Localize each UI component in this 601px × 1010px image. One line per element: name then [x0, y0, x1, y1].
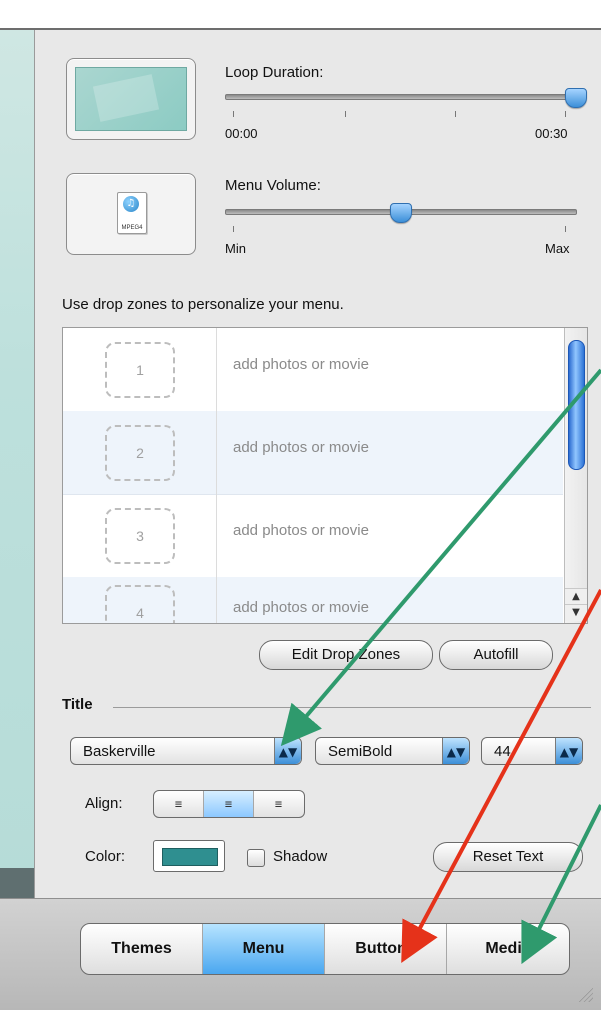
background-preview	[75, 67, 187, 131]
dropzone-3-text: add photos or movie	[233, 522, 369, 539]
loop-duration-min-label: 00:00	[225, 126, 258, 141]
list-item[interactable]: 2 add photos or movie	[63, 411, 563, 495]
mpeg4-file-icon: ♫ MPEG4	[117, 192, 147, 234]
dropzone-4-badge: 4	[105, 585, 175, 623]
row-divider	[216, 411, 217, 494]
menu-volume-tick	[233, 226, 234, 232]
font-size-select[interactable]: 44 ▲▼	[481, 737, 583, 765]
align-label: Align:	[85, 795, 123, 812]
menu-inspector-panel: ♫ MPEG4 Loop Duration: 00:00 00:30 Menu …	[34, 30, 601, 898]
tab-themes[interactable]: Themes	[81, 924, 203, 974]
loop-duration-max-label: 00:30	[535, 126, 568, 141]
scroll-up-icon[interactable]: ▲	[565, 588, 587, 605]
dropzone-3-badge: 3	[105, 508, 175, 564]
title-color-swatch	[162, 848, 218, 866]
scroll-down-icon[interactable]: ▼	[565, 604, 587, 621]
dropzone-2-text: add photos or movie	[233, 439, 369, 456]
loop-duration-tick	[233, 111, 234, 117]
audio-thumbnail[interactable]: ♫ MPEG4	[66, 173, 196, 255]
tab-bar: Themes Menu Buttons Media	[80, 923, 570, 975]
bottom-toolbar: Themes Menu Buttons Media	[0, 898, 601, 1010]
title-section-heading: Title	[62, 696, 93, 713]
reset-text-button[interactable]: Reset Text	[433, 842, 583, 872]
list-item[interactable]: 1 add photos or movie	[63, 328, 563, 412]
tab-media[interactable]: Media	[447, 924, 569, 974]
menu-volume-max-label: Max	[545, 241, 570, 256]
align-center-icon[interactable]: ≡	[204, 791, 254, 817]
dropzone-2-badge: 2	[105, 425, 175, 481]
shadow-label: Shadow	[273, 848, 328, 865]
preview-canvas-edge	[0, 30, 34, 898]
color-label: Color:	[85, 848, 126, 865]
dropzones-hint: Use drop zones to personalize your menu.	[62, 296, 344, 313]
music-note-icon: ♫	[123, 196, 139, 212]
font-family-select[interactable]: Baskerville ▲▼	[70, 737, 302, 765]
row-divider	[216, 328, 217, 411]
mpeg4-label: MPEG4	[121, 225, 143, 231]
align-left-icon[interactable]: ≡	[154, 791, 204, 817]
select-arrows-icon: ▲▼	[274, 738, 301, 764]
dropzones-list[interactable]: 1 add photos or movie 2 add photos or mo…	[62, 327, 588, 624]
font-size-value: 44	[494, 743, 511, 760]
menu-volume-min-label: Min	[225, 241, 246, 256]
menu-volume-tick	[565, 226, 566, 232]
list-item[interactable]: 3 add photos or movie	[63, 494, 563, 578]
menu-volume-label: Menu Volume:	[225, 177, 321, 194]
loop-duration-label: Loop Duration:	[225, 64, 324, 81]
loop-duration-tick	[345, 111, 346, 117]
background-thumbnail[interactable]	[66, 58, 196, 140]
loop-duration-slider[interactable]	[225, 94, 577, 100]
scrollbar-thumb[interactable]	[568, 340, 585, 470]
select-arrows-icon: ▲▼	[442, 738, 469, 764]
row-divider	[216, 494, 217, 577]
title-color-well[interactable]	[153, 840, 225, 872]
list-item[interactable]: 4 add photos or movie	[63, 577, 563, 623]
dropzone-4-text: add photos or movie	[233, 599, 369, 616]
dropzone-1-badge: 1	[105, 342, 175, 398]
select-arrows-icon: ▲▼	[555, 738, 582, 764]
dropzone-1-text: add photos or movie	[233, 356, 369, 373]
edit-drop-zones-button[interactable]: Edit Drop Zones	[259, 640, 433, 670]
window-top-strip	[0, 0, 601, 28]
loop-duration-knob[interactable]	[565, 88, 587, 108]
font-family-value: Baskerville	[83, 743, 156, 760]
dropzones-scrollbar[interactable]: ▲ ▼	[564, 328, 587, 623]
resize-grip-icon[interactable]	[577, 986, 593, 1002]
row-divider	[216, 577, 217, 623]
tab-buttons[interactable]: Buttons	[325, 924, 447, 974]
font-weight-select[interactable]: SemiBold ▲▼	[315, 737, 470, 765]
title-section-divider	[113, 707, 591, 708]
autofill-button[interactable]: Autofill	[439, 640, 553, 670]
preview-canvas-shadow	[0, 868, 34, 898]
shadow-checkbox[interactable]	[247, 849, 265, 867]
text-align-control[interactable]: ≡ ≡ ≡	[153, 790, 305, 818]
font-weight-value: SemiBold	[328, 743, 393, 760]
menu-volume-knob[interactable]	[390, 203, 412, 223]
align-right-icon[interactable]: ≡	[254, 791, 303, 817]
loop-duration-tick	[455, 111, 456, 117]
loop-duration-tick	[565, 111, 566, 117]
tab-menu[interactable]: Menu	[203, 924, 325, 974]
